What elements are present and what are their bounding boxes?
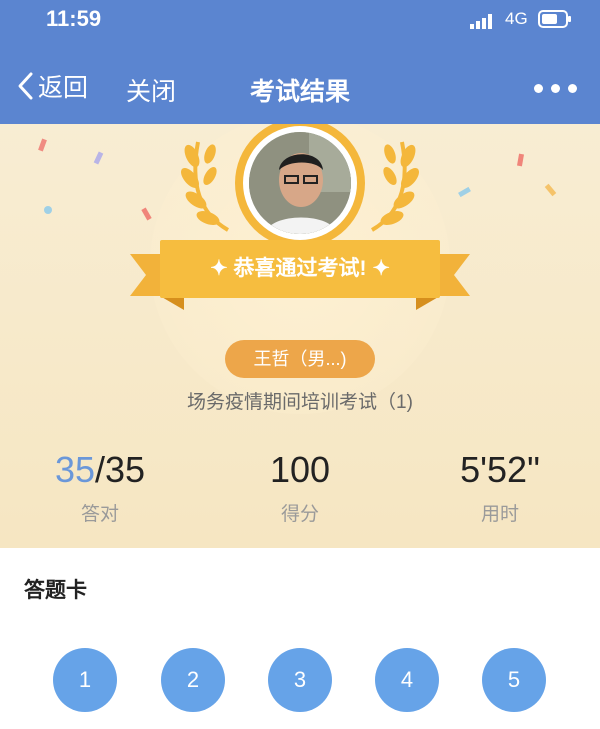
confetti xyxy=(93,151,104,165)
result-panel: ✦ 恭喜通过考试! ✦ 王哲（男...) 场务疫情期间培训考试（1) 35/35… xyxy=(0,124,600,548)
close-button[interactable]: 关闭 xyxy=(126,72,176,108)
confetti xyxy=(544,183,557,197)
signal-icon xyxy=(470,14,492,29)
question-button[interactable]: 4 xyxy=(375,648,439,712)
total-count: /35 xyxy=(95,449,146,490)
top-bar: 11:59 4G 返回 关闭 考试结果 xyxy=(0,0,600,124)
user-name-badge: 王哲（男...) xyxy=(225,340,375,378)
back-button[interactable]: 返回 xyxy=(16,70,88,102)
correct-count: 35 xyxy=(54,449,95,490)
avatar xyxy=(249,132,351,234)
confetti xyxy=(141,207,152,221)
question-button[interactable]: 5 xyxy=(482,648,546,712)
confetti xyxy=(516,153,525,167)
score-label: 得分 xyxy=(280,504,319,525)
stat-time: 5'52" 用时 xyxy=(400,449,600,526)
confetti xyxy=(44,206,52,214)
correct-label: 答对 xyxy=(80,504,119,525)
score-value: 100 xyxy=(269,449,331,490)
laurel-right-icon xyxy=(370,141,419,232)
back-chevron-icon xyxy=(18,72,33,100)
question-button[interactable]: 3 xyxy=(268,648,332,712)
question-button[interactable]: 1 xyxy=(53,648,117,712)
confetti xyxy=(38,138,47,152)
laurel-left-icon xyxy=(181,141,230,232)
back-label: 返回 xyxy=(38,74,89,102)
avatar-image xyxy=(249,132,351,234)
battery-icon xyxy=(538,10,571,28)
pass-banner: ✦ 恭喜通过考试! ✦ xyxy=(210,257,390,280)
nav-bar: 返回 关闭 考试结果 xyxy=(0,54,600,118)
network-type: 4G xyxy=(505,9,528,28)
status-bar: 11:59 4G xyxy=(0,0,600,40)
stat-score: 100 得分 xyxy=(200,449,400,526)
time-value: 5'52" xyxy=(460,449,540,490)
page-title: 考试结果 xyxy=(249,78,350,106)
exam-name: 场务疫情期间培训考试（1) xyxy=(187,392,413,413)
confetti xyxy=(458,186,471,198)
time-label: 用时 xyxy=(480,504,519,525)
stat-correct: 35/35 答对 xyxy=(0,449,200,526)
answer-card-title: 答题卡 xyxy=(24,579,87,602)
more-icon[interactable] xyxy=(534,84,578,94)
question-button[interactable]: 2 xyxy=(161,648,225,712)
status-time: 11:59 xyxy=(46,6,102,31)
answer-card: 答题卡 1 2 3 4 5 xyxy=(0,548,600,729)
